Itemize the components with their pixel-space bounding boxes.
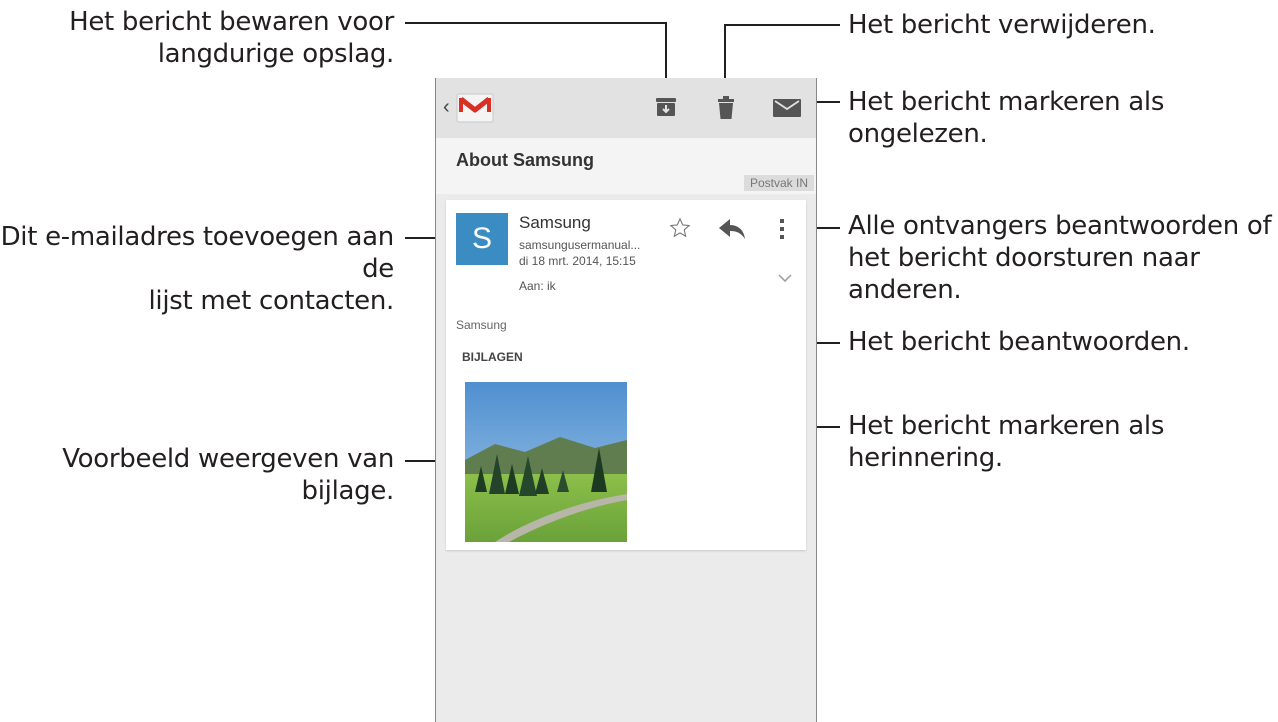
message-body: Samsung bbox=[456, 318, 507, 332]
back-chevron-icon[interactable]: ‹ bbox=[443, 96, 450, 119]
recipient-line: Aan: ik bbox=[519, 279, 556, 293]
callout-reply: Het bericht beantwoorden. bbox=[848, 327, 1190, 357]
callout-delete: Het bericht verwijderen. bbox=[848, 10, 1156, 40]
archive-icon[interactable] bbox=[655, 96, 677, 118]
sender-email: samsungusermanual... bbox=[519, 238, 641, 252]
leader-archive-h bbox=[405, 22, 667, 24]
callout-add-contact: Dit e-mailadres toevoegen aan de lijst m… bbox=[0, 222, 395, 316]
gmail-icon[interactable] bbox=[456, 92, 496, 126]
star-icon[interactable] bbox=[669, 217, 691, 239]
callout-archive: Het bericht bewaren voor langdurige opsl… bbox=[69, 7, 394, 69]
reply-icon[interactable] bbox=[718, 218, 746, 240]
attachments-title: BIJLAGEN bbox=[462, 350, 523, 364]
callout-star: Het bericht markeren als herinnering. bbox=[848, 411, 1165, 473]
email-subject: About Samsung bbox=[456, 150, 594, 170]
sender-avatar[interactable]: S bbox=[456, 213, 508, 265]
callout-mark-unread: Het bericht markeren als ongelezen. bbox=[848, 87, 1165, 149]
message-date: di 18 mrt. 2014, 15:15 bbox=[519, 254, 636, 268]
callout-more-options: Alle ontvangers beantwoorden of het beri… bbox=[848, 211, 1272, 305]
subject-bar: About Samsung Postvak IN bbox=[436, 138, 816, 194]
action-bar: ‹ bbox=[436, 78, 816, 138]
inbox-label[interactable]: Postvak IN bbox=[743, 175, 814, 191]
chevron-down-icon[interactable] bbox=[778, 274, 792, 282]
callout-attachment-preview: Voorbeeld weergeven van bijlage. bbox=[62, 444, 394, 506]
sender-name: Samsung bbox=[519, 213, 591, 232]
message-card: S Samsung samsungusermanual... di 18 mrt… bbox=[446, 200, 806, 550]
attachment-thumbnail[interactable] bbox=[465, 382, 627, 542]
trash-icon[interactable] bbox=[717, 96, 735, 120]
leader-delete-h bbox=[724, 24, 840, 26]
phone-screen: ‹ About Samsung Postvak IN S Samsung sam… bbox=[435, 78, 817, 722]
overflow-menu-icon[interactable] bbox=[779, 218, 785, 240]
mark-unread-icon[interactable] bbox=[773, 99, 801, 117]
